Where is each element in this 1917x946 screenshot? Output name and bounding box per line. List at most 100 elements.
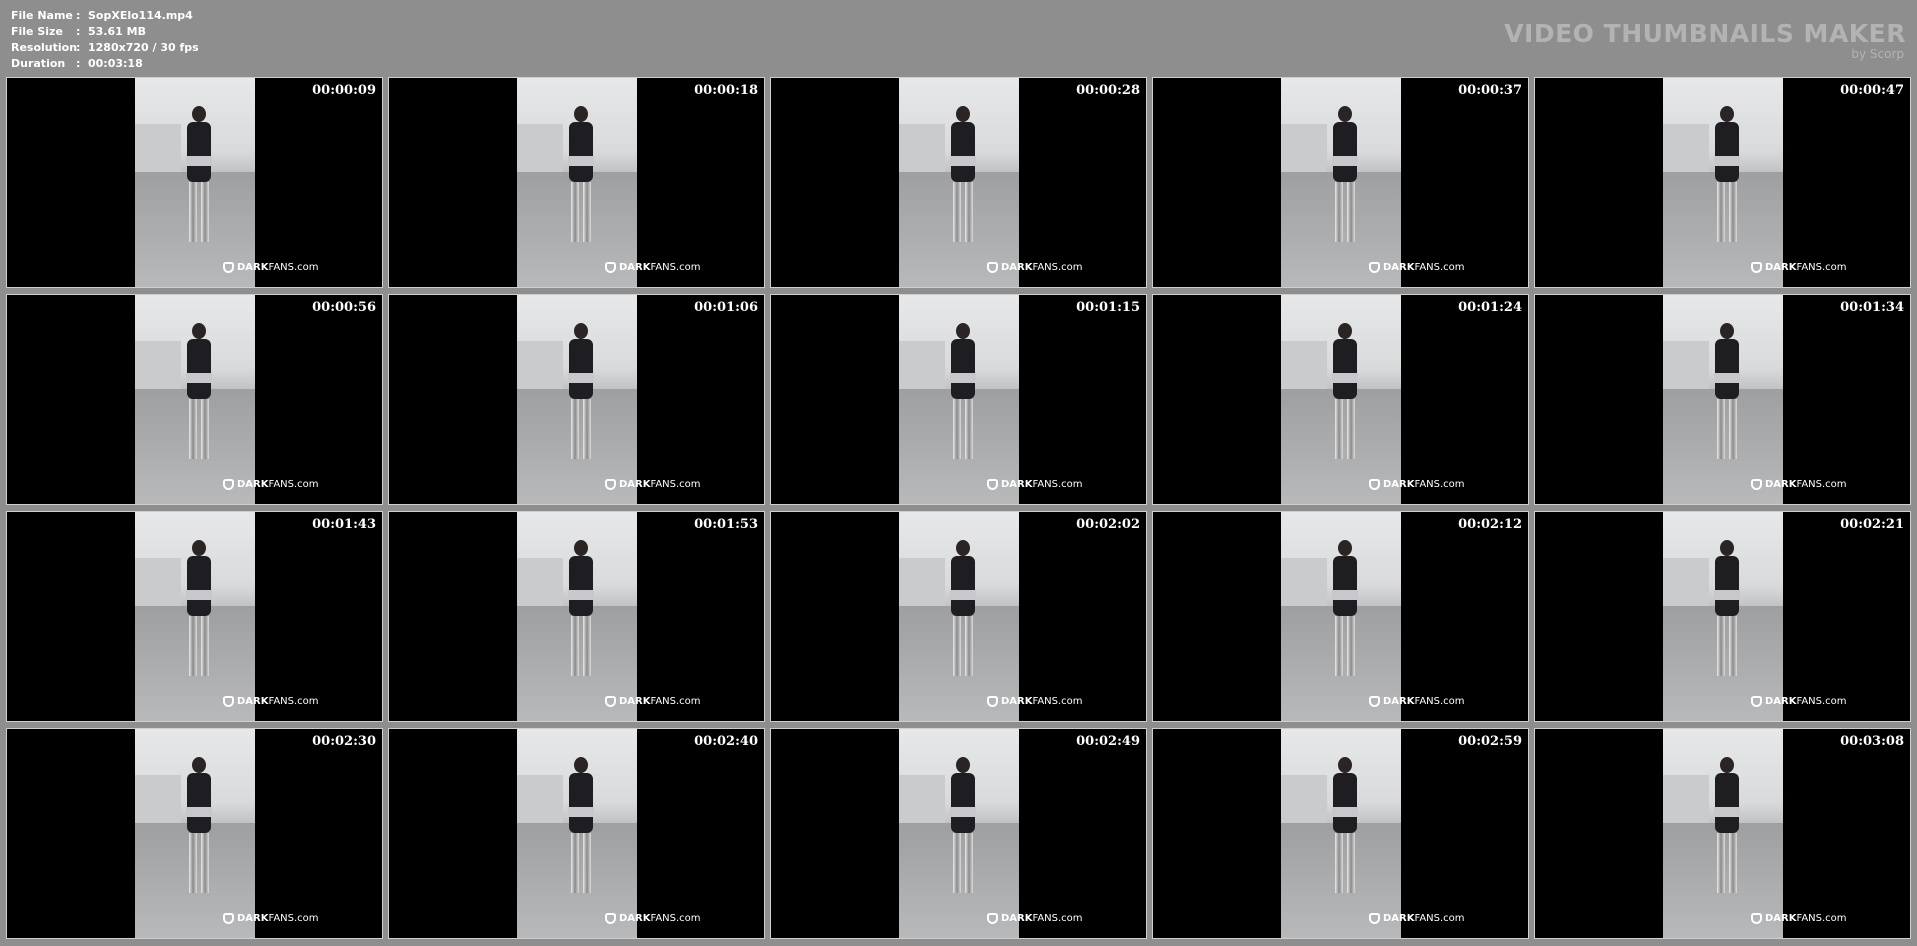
thumbnail-grid: 00:00:09 DARKFANS.com 00:00:18 DARKFANS.… [6, 77, 1911, 939]
watermark: DARKFANS.com [1751, 696, 1847, 707]
figure-body [569, 773, 593, 833]
figure-leg [189, 399, 197, 459]
watermark-regular: FANS.com [1032, 913, 1083, 924]
video-thumbnail[interactable]: 00:00:18 DARKFANS.com [388, 77, 765, 288]
video-thumbnail[interactable]: 00:02:59 DARKFANS.com [1152, 728, 1529, 939]
background-building [1663, 340, 1709, 396]
watermark-text: DARKFANS.com [1001, 479, 1083, 490]
video-thumbnail[interactable]: 00:00:56 DARKFANS.com [6, 294, 383, 505]
watermark-regular: FANS.com [650, 479, 701, 490]
watermark-bold: DARK [1383, 479, 1415, 490]
figure-belt [1714, 807, 1740, 817]
figure-belt [568, 373, 594, 383]
figure-body [951, 122, 975, 182]
video-thumbnail[interactable]: 00:02:21 DARKFANS.com [1534, 511, 1911, 722]
figure-head [956, 540, 970, 556]
watermark-bold: DARK [1765, 696, 1797, 707]
brand-subtitle: by Scorp [1851, 47, 1904, 61]
watermark-text: DARKFANS.com [1383, 913, 1465, 924]
figure-body [951, 773, 975, 833]
figure-head [1720, 540, 1734, 556]
watermark-bold: DARK [1001, 696, 1033, 707]
mask-icon [223, 913, 234, 924]
background-building [899, 340, 945, 396]
watermark-text: DARKFANS.com [1383, 479, 1465, 490]
separator: : [76, 41, 81, 54]
resolution-value: 1280x720 / 30 fps [88, 41, 199, 54]
figure-leg [571, 182, 579, 242]
video-thumbnail[interactable]: 00:00:09 DARKFANS.com [6, 77, 383, 288]
video-thumbnail[interactable]: 00:02:30 DARKFANS.com [6, 728, 383, 939]
figure-leg [201, 399, 209, 459]
watermark: DARKFANS.com [605, 479, 701, 490]
watermark: DARKFANS.com [1369, 913, 1465, 924]
watermark: DARKFANS.com [223, 262, 319, 273]
video-thumbnail[interactable]: 00:00:28 DARKFANS.com [770, 77, 1147, 288]
video-frame [899, 295, 1019, 504]
watermark-regular: FANS.com [268, 913, 319, 924]
figure-leg [571, 616, 579, 676]
mask-icon [987, 696, 998, 707]
duration-value: 00:03:18 [88, 57, 143, 70]
figure-leg [201, 182, 209, 242]
watermark-regular: FANS.com [1032, 696, 1083, 707]
video-thumbnail[interactable]: 00:02:40 DARKFANS.com [388, 728, 765, 939]
video-thumbnail[interactable]: 00:01:34 DARKFANS.com [1534, 294, 1911, 505]
video-thumbnail[interactable]: 00:00:47 DARKFANS.com [1534, 77, 1911, 288]
figure-leg [1347, 833, 1355, 893]
figure-leg [965, 399, 973, 459]
video-frame [517, 295, 637, 504]
video-thumbnail[interactable]: 00:02:12 DARKFANS.com [1152, 511, 1529, 722]
video-frame [135, 512, 255, 721]
background-building [1663, 123, 1709, 179]
video-thumbnail[interactable]: 00:01:53 DARKFANS.com [388, 511, 765, 722]
figure-head [1720, 106, 1734, 122]
figure-leg [1717, 833, 1725, 893]
video-thumbnail[interactable]: 00:00:37 DARKFANS.com [1152, 77, 1529, 288]
mask-icon [223, 696, 234, 707]
video-thumbnail[interactable]: 00:02:49 DARKFANS.com [770, 728, 1147, 939]
figure-belt [1332, 807, 1358, 817]
mask-icon [223, 479, 234, 490]
video-frame [135, 729, 255, 938]
frame-timestamp: 00:00:56 [312, 300, 376, 315]
figure-head [574, 323, 588, 339]
figure-belt [186, 590, 212, 600]
video-thumbnail[interactable]: 00:01:24 DARKFANS.com [1152, 294, 1529, 505]
figure-leg [189, 182, 197, 242]
figure-head [1338, 106, 1352, 122]
mask-icon [1369, 913, 1380, 924]
figure-leg [1729, 182, 1737, 242]
watermark-regular: FANS.com [650, 913, 701, 924]
video-thumbnail[interactable]: 00:01:06 DARKFANS.com [388, 294, 765, 505]
file-name-label: File Name [11, 9, 73, 22]
video-thumbnail[interactable]: 00:02:02 DARKFANS.com [770, 511, 1147, 722]
video-thumbnail[interactable]: 00:01:15 DARKFANS.com [770, 294, 1147, 505]
separator: : [76, 9, 81, 22]
figure-head [574, 540, 588, 556]
figure-belt [950, 373, 976, 383]
figure-belt [1714, 156, 1740, 166]
figure-belt [186, 807, 212, 817]
video-frame [1663, 512, 1783, 721]
background-building [517, 123, 563, 179]
watermark-text: DARKFANS.com [1765, 262, 1847, 273]
figure-head [1338, 323, 1352, 339]
figure-body [1715, 339, 1739, 399]
frame-timestamp: 00:00:37 [1458, 83, 1522, 98]
file-info: File Name : SopXElo114.mp4 File Size : 5… [11, 8, 199, 72]
watermark: DARKFANS.com [987, 479, 1083, 490]
video-thumbnail[interactable]: 00:01:43 DARKFANS.com [6, 511, 383, 722]
watermark-regular: FANS.com [268, 479, 319, 490]
video-frame [517, 512, 637, 721]
watermark-bold: DARK [237, 913, 269, 924]
figure-belt [1714, 590, 1740, 600]
figure-leg [953, 182, 961, 242]
figure-belt [1332, 373, 1358, 383]
frame-timestamp: 00:02:30 [312, 734, 376, 749]
figure-leg [571, 833, 579, 893]
figure-head [192, 323, 206, 339]
figure-body [187, 773, 211, 833]
frame-timestamp: 00:02:02 [1076, 517, 1140, 532]
video-thumbnail[interactable]: 00:03:08 DARKFANS.com [1534, 728, 1911, 939]
